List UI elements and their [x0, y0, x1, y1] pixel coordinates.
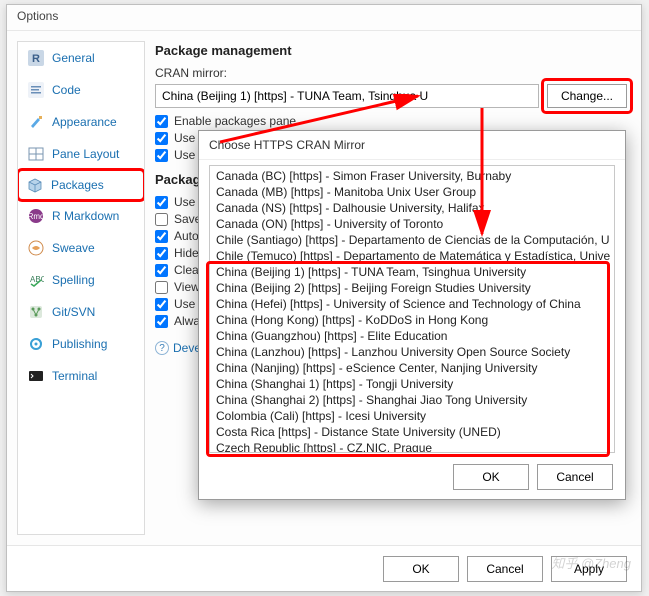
sidebar-item-label: R Markdown: [52, 209, 119, 223]
git-icon: [28, 304, 44, 320]
mirror-list-item[interactable]: China (Lanzhou) [https] - Lanzhou Univer…: [214, 344, 610, 360]
mirror-list-item[interactable]: China (Shanghai 2) [https] - Shanghai Ji…: [214, 392, 610, 408]
mirror-list-item[interactable]: China (Beijing 2) [https] - Beijing Fore…: [214, 280, 610, 296]
section-package-management: Package management: [155, 43, 627, 58]
cran-mirror-dialog: Choose HTTPS CRAN Mirror Canada (BC) [ht…: [198, 130, 626, 500]
sidebar-item-packages[interactable]: Packages: [17, 168, 145, 202]
sidebar-item-label: Spelling: [52, 273, 95, 287]
appearance-icon: [28, 114, 44, 130]
cran-mirror-label: CRAN mirror:: [155, 66, 627, 80]
checkbox-label: Enable packages pane: [174, 114, 296, 128]
mirror-list-item[interactable]: China (Shanghai 1) [https] - Tongji Univ…: [214, 376, 610, 392]
chk-enable-packages-pane[interactable]: Enable packages pane: [155, 114, 627, 128]
sidebar-item-label: Packages: [51, 178, 104, 192]
mirror-list-item[interactable]: China (Beijing 1) [https] - TUNA Team, T…: [214, 264, 610, 280]
sidebar-item-rmarkdown[interactable]: Rmd R Markdown: [18, 200, 144, 232]
mirror-list-item[interactable]: Chile (Santiago) [https] - Departamento …: [214, 232, 610, 248]
dialog-ok-button[interactable]: OK: [453, 464, 529, 490]
checkbox[interactable]: [155, 132, 168, 145]
checkbox[interactable]: [155, 196, 168, 209]
cancel-button[interactable]: Cancel: [467, 556, 543, 582]
sidebar-item-publishing[interactable]: Publishing: [18, 328, 144, 360]
mirror-list-item[interactable]: China (Hefei) [https] - University of Sc…: [214, 296, 610, 312]
mirror-list-item[interactable]: China (Guangzhou) [https] - Elite Educat…: [214, 328, 610, 344]
checkbox[interactable]: [155, 264, 168, 277]
svg-text:Rmd: Rmd: [28, 212, 44, 221]
sweave-icon: [28, 240, 44, 256]
dialog-cancel-button[interactable]: Cancel: [537, 464, 613, 490]
sidebar-item-label: Code: [52, 83, 81, 97]
watermark: 知乎 @Zheng: [551, 553, 631, 572]
checkbox[interactable]: [155, 247, 168, 260]
sidebar-item-gitsvn[interactable]: Git/SVN: [18, 296, 144, 328]
mirror-list-item[interactable]: Czech Republic [https] - CZ.NIC, Prague: [214, 440, 610, 453]
r-icon: R: [28, 50, 44, 66]
change-mirror-button[interactable]: Change...: [547, 84, 627, 108]
sidebar-item-code[interactable]: Code: [18, 74, 144, 106]
sidebar-item-label: Git/SVN: [52, 305, 95, 319]
checkbox[interactable]: [155, 281, 168, 294]
checkbox[interactable]: [155, 298, 168, 311]
dialog-buttons: OK Cancel: [199, 455, 625, 499]
mirror-list-item[interactable]: Canada (NS) [https] - Dalhousie Universi…: [214, 200, 610, 216]
dialog-title: Choose HTTPS CRAN Mirror: [199, 131, 625, 160]
mirror-list-item[interactable]: Canada (ON) [https] - University of Toro…: [214, 216, 610, 232]
checkbox[interactable]: [155, 315, 168, 328]
sidebar-item-panelayout[interactable]: Pane Layout: [18, 138, 144, 170]
mirror-list-item[interactable]: China (Nanjing) [https] - eScience Cente…: [214, 360, 610, 376]
svg-text:R: R: [32, 53, 40, 65]
sidebar-item-appearance[interactable]: Appearance: [18, 106, 144, 138]
sidebar-item-sweave[interactable]: Sweave: [18, 232, 144, 264]
sidebar-item-label: Pane Layout: [52, 147, 119, 161]
mirror-list-item[interactable]: Canada (MB) [https] - Manitoba Unix User…: [214, 184, 610, 200]
options-sidebar: R General Code Appearance Pane Layout Pa…: [17, 41, 145, 535]
cran-mirror-input[interactable]: [155, 84, 539, 108]
ok-button[interactable]: OK: [383, 556, 459, 582]
terminal-icon: [28, 368, 44, 384]
sidebar-item-label: General: [52, 51, 95, 65]
window-title: Options: [7, 5, 641, 31]
mirror-list-item[interactable]: Costa Rica [https] - Distance State Univ…: [214, 424, 610, 440]
mirror-listbox[interactable]: Canada (BC) [https] - Simon Fraser Unive…: [209, 165, 615, 453]
sidebar-item-spelling[interactable]: ABC Spelling: [18, 264, 144, 296]
sidebar-item-label: Appearance: [52, 115, 117, 129]
mirror-list-item[interactable]: China (Hong Kong) [https] - KoDDoS in Ho…: [214, 312, 610, 328]
sidebar-item-general[interactable]: R General: [18, 42, 144, 74]
sidebar-item-label: Publishing: [52, 337, 107, 351]
sidebar-item-label: Terminal: [52, 369, 97, 383]
publish-icon: [28, 336, 44, 352]
mirror-list-item[interactable]: Colombia (Cali) [https] - Icesi Universi…: [214, 408, 610, 424]
pane-icon: [28, 146, 44, 162]
checkbox[interactable]: [155, 115, 168, 128]
sidebar-item-label: Sweave: [52, 241, 95, 255]
checkbox[interactable]: [155, 213, 168, 226]
rmd-icon: Rmd: [28, 208, 44, 224]
sidebar-item-terminal[interactable]: Terminal: [18, 360, 144, 392]
spell-icon: ABC: [28, 272, 44, 288]
mirror-list-item[interactable]: Canada (BC) [https] - Simon Fraser Unive…: [214, 168, 610, 184]
options-buttons: OK Cancel Apply: [7, 545, 641, 591]
checkbox[interactable]: [155, 149, 168, 162]
checkbox[interactable]: [155, 230, 168, 243]
code-icon: [28, 82, 44, 98]
mirror-list-item[interactable]: Chile (Temuco) [https] - Departamento de…: [214, 248, 610, 264]
help-icon: ?: [155, 341, 169, 355]
package-icon: [27, 177, 43, 193]
